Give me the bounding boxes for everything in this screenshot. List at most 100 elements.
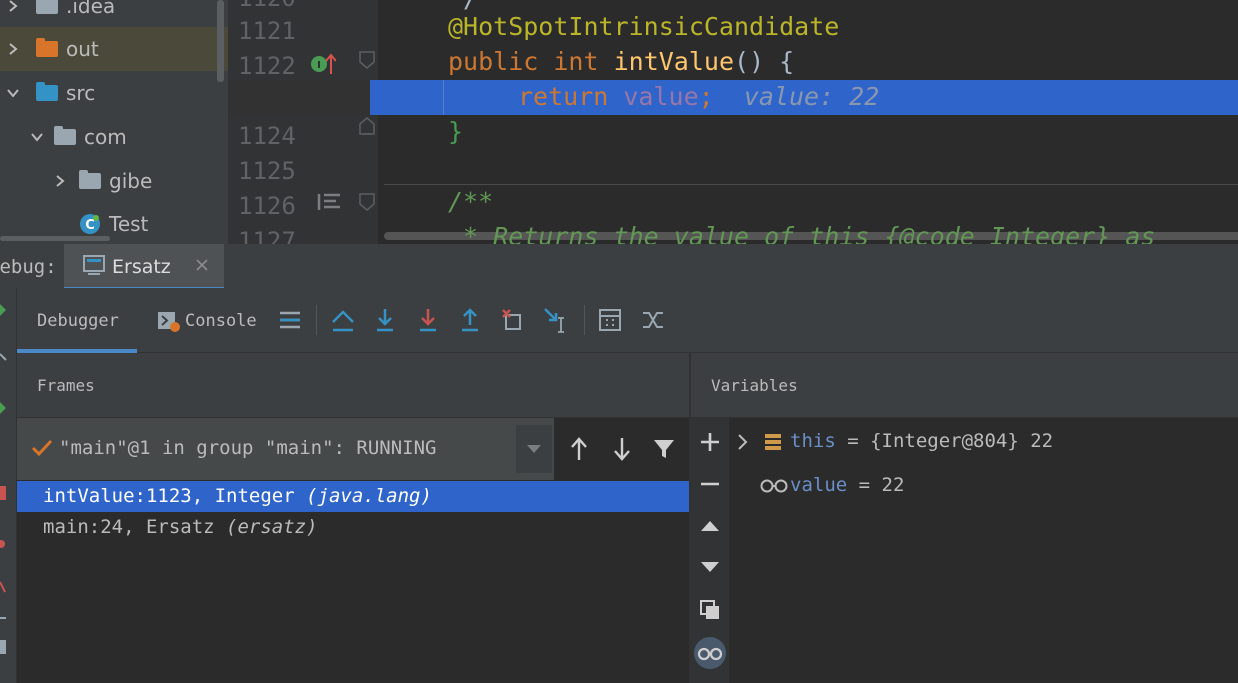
tree-item-label: Test [109, 212, 149, 236]
tree-item-label: out [66, 37, 99, 61]
code-line-current: return value; value: 22 [518, 82, 879, 111]
code-token: intValue [613, 47, 735, 76]
step-over-icon[interactable] [329, 306, 357, 334]
duplicate-watch-icon[interactable] [699, 599, 721, 621]
line-number: 1124 [238, 122, 296, 150]
chevron-right-icon[interactable] [6, 0, 20, 13]
code-token: value [623, 82, 699, 111]
code-token: int [553, 47, 599, 76]
tab-console[interactable]: Console [185, 311, 257, 331]
code-line: } [448, 117, 464, 146]
object-field-icon [765, 434, 781, 450]
thread-label: "main"@1 in group "main": RUNNING [59, 437, 437, 459]
toolbar-separator [316, 305, 317, 335]
tree-item-label: gibe [109, 169, 153, 193]
close-icon[interactable] [196, 259, 208, 271]
show-watches-icon[interactable] [692, 636, 728, 670]
debug-label: Debug: [0, 256, 57, 278]
tree-item-gibe[interactable]: gibe [0, 159, 228, 203]
frame-package: (java.lang) [306, 485, 432, 507]
previous-frame-icon[interactable] [567, 436, 591, 462]
frame-method: intValue:1123, Integer [43, 485, 307, 507]
trace-current-stream-icon[interactable] [639, 306, 667, 334]
code-token: public [448, 47, 539, 76]
line-number: 1121 [238, 17, 296, 45]
doc-render-icon[interactable] [316, 191, 344, 213]
tree-item-out[interactable]: out [0, 27, 228, 71]
chevron-right-icon[interactable] [53, 174, 67, 188]
folder-icon [36, 38, 58, 57]
variable-value: = 22 [847, 474, 905, 496]
folder-icon [36, 82, 58, 101]
variable-name: value [790, 474, 848, 496]
watch-glasses-icon [760, 479, 788, 493]
package-icon [54, 126, 76, 145]
evaluate-expression-icon[interactable] [596, 306, 624, 334]
variable-name: this [790, 430, 836, 452]
show-execution-point-icon[interactable] [276, 306, 304, 334]
frame-row[interactable]: intValue:1123, Integer (java.lang) [43, 485, 432, 507]
tree-item-label: src [66, 81, 96, 105]
variables-panel [691, 418, 1238, 683]
variable-row-value[interactable]: value = 22 [790, 474, 904, 496]
thread-running-icon [31, 439, 53, 457]
toolbar-separator [584, 305, 585, 335]
add-watch-icon[interactable] [699, 431, 721, 453]
editor-gutter: 1120 1121 1122 1123 1124 1125 1126 1127 … [228, 0, 378, 255]
code-line: @HotSpotIntrinsicCandidate [448, 12, 840, 41]
tab-label: Ersatz [112, 256, 171, 278]
method-separator [384, 184, 1238, 185]
tree-item-label: com [84, 125, 127, 149]
code-line: public int intValue() { [448, 47, 794, 76]
move-down-icon[interactable] [699, 557, 721, 577]
variables-title: Variables [711, 376, 798, 395]
svg-text:C: C [85, 218, 95, 233]
console-icon [158, 312, 180, 332]
drop-frame-icon[interactable] [499, 306, 527, 334]
implements-icon[interactable]: I [310, 52, 336, 76]
frame-package: (ersatz) [226, 516, 318, 538]
chevron-right-icon[interactable] [736, 433, 750, 451]
frames-title: Frames [37, 376, 95, 395]
filter-icon[interactable] [652, 437, 676, 461]
project-tree: .idea out src com gibe C Test [0, 0, 228, 244]
thread-dropdown[interactable] [516, 425, 552, 473]
indent-guide [443, 80, 444, 115]
folder-icon [36, 0, 58, 14]
tree-item-label: .idea [66, 0, 116, 18]
line-number: 1125 [238, 157, 296, 185]
variable-value: = {Integer@804} 22 [835, 430, 1054, 452]
code-line: * Returns the value of this {@code Integ… [448, 222, 1156, 244]
run-to-cursor-icon[interactable] [542, 306, 570, 334]
chevron-right-icon[interactable] [6, 42, 20, 56]
next-frame-icon[interactable] [610, 436, 634, 462]
frame-method: main:24, Ersatz [43, 516, 227, 538]
tree-item-com[interactable]: com [0, 115, 228, 159]
vertical-scrollbar[interactable] [217, 0, 224, 82]
debug-side-toolbar [0, 288, 17, 683]
chevron-down-icon[interactable] [30, 130, 44, 144]
chevron-down-icon[interactable] [6, 86, 20, 100]
code-editor[interactable]: */ @HotSpotIntrinsicCandidate public int… [378, 0, 1238, 244]
side-actions-icons[interactable] [0, 300, 10, 660]
tree-item-idea[interactable]: .idea [0, 0, 228, 28]
code-line: /** [448, 187, 494, 216]
tree-item-src[interactable]: src [0, 71, 228, 115]
variable-row-this[interactable]: this = {Integer@804} 22 [790, 430, 1053, 452]
current-line-gutter [228, 80, 370, 115]
java-class-icon: C [80, 214, 100, 234]
code-token: () { [734, 47, 795, 76]
run-config-icon [83, 255, 105, 275]
tab-debugger[interactable]: Debugger [37, 311, 119, 331]
fold-markers[interactable] [358, 0, 376, 234]
step-out-icon[interactable] [456, 306, 484, 334]
package-icon [79, 170, 101, 189]
force-step-into-icon[interactable] [414, 306, 442, 334]
step-into-icon[interactable] [371, 306, 399, 334]
line-number: 1126 [238, 192, 296, 220]
code-token: ; [698, 82, 714, 111]
remove-watch-icon[interactable] [699, 473, 721, 495]
horizontal-scrollbar[interactable] [0, 236, 110, 241]
move-up-icon[interactable] [699, 516, 721, 536]
frame-row[interactable]: main:24, Ersatz (ersatz) [43, 516, 318, 538]
